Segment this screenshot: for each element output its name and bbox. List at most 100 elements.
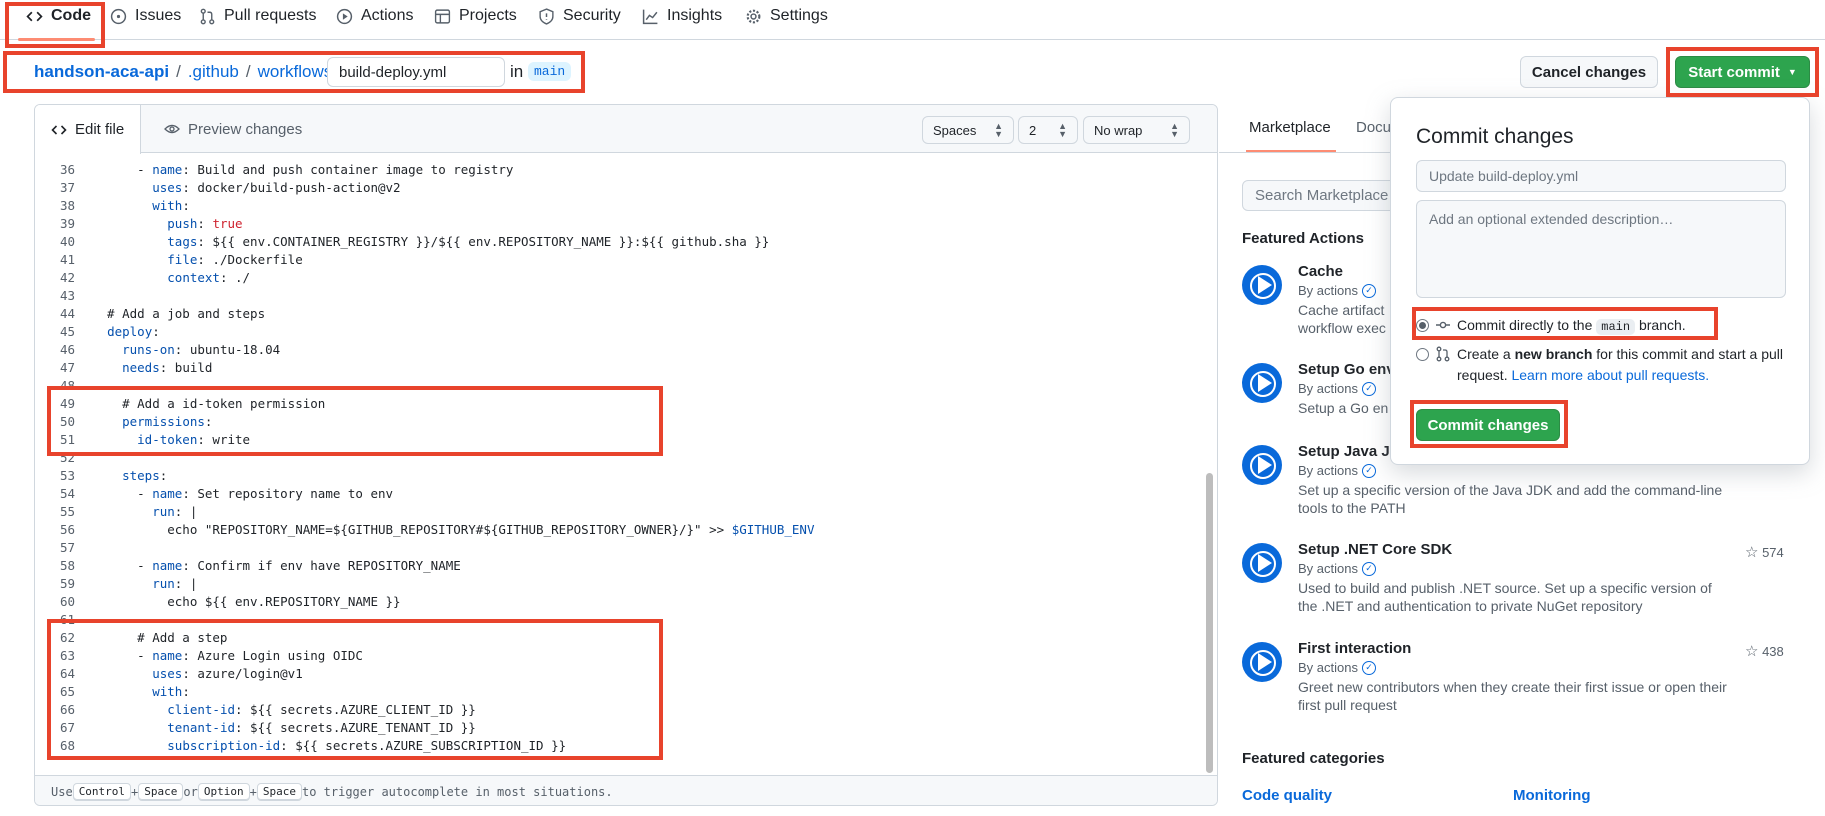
- tab-pull-requests[interactable]: Pull requests: [199, 0, 317, 32]
- marketplace-tab-underline: [1246, 150, 1336, 152]
- code-line[interactable]: 53 steps:: [35, 467, 167, 485]
- line-number: 40: [59, 234, 75, 249]
- code-line[interactable]: 50 permissions:: [35, 413, 213, 431]
- cancel-changes-button[interactable]: Cancel changes: [1520, 56, 1658, 88]
- code-icon: [26, 11, 43, 21]
- code-line[interactable]: 66 client-id: ${{ secrets.AZURE_CLIENT_I…: [35, 701, 476, 719]
- radio-new-branch[interactable]: [1416, 348, 1429, 361]
- code-line[interactable]: 46 runs-on: ubuntu-18.04: [35, 341, 280, 359]
- tab-security[interactable]: Security: [538, 0, 621, 32]
- action-author: By actions ✓: [1298, 283, 1376, 298]
- tab-edit-file-label: Edit file: [75, 121, 125, 138]
- action-name[interactable]: Setup .NET Core SDK: [1298, 541, 1452, 558]
- featured-actions-heading: Featured Actions: [1242, 230, 1364, 247]
- action-item-first-interaction[interactable]: First interaction By actions ✓ Greet new …: [1242, 640, 1802, 732]
- tab-documentation[interactable]: Docu: [1356, 119, 1391, 136]
- code-line[interactable]: 57: [35, 539, 75, 557]
- tab-issues[interactable]: Issues: [110, 0, 181, 32]
- line-text: - name: Build and push container image t…: [92, 162, 514, 177]
- code-area[interactable]: 36 - name: Build and push container imag…: [35, 161, 1205, 759]
- code-line[interactable]: 37 uses: docker/build-push-action@v2: [35, 179, 401, 197]
- category-code-quality[interactable]: Code quality: [1242, 787, 1332, 804]
- action-name[interactable]: First interaction: [1298, 640, 1411, 657]
- code-line[interactable]: 52: [35, 449, 75, 467]
- code-line[interactable]: 44 # Add a job and steps: [35, 305, 265, 323]
- breadcrumb-workflows-link[interactable]: workflows: [258, 62, 333, 82]
- line-text: run: |: [152, 504, 198, 519]
- tab-actions[interactable]: Actions: [336, 0, 413, 32]
- code-line[interactable]: 45 deploy:: [35, 323, 160, 341]
- code-line[interactable]: 64 uses: azure/login@v1: [35, 665, 303, 683]
- commit-changes-button[interactable]: Commit changes: [1416, 409, 1560, 441]
- tab-preview-changes[interactable]: Preview changes: [164, 105, 302, 153]
- code-line[interactable]: 51 id-token: write: [35, 431, 250, 449]
- code-line[interactable]: 36 - name: Build and push container imag…: [35, 161, 514, 179]
- code-line[interactable]: 54 - name: Set repository name to env: [35, 485, 393, 503]
- editor-scrollbar[interactable]: [1206, 473, 1213, 773]
- tab-settings[interactable]: Settings: [745, 0, 828, 32]
- line-text: client-id: ${{ secrets.AZURE_CLIENT_ID }…: [167, 702, 476, 717]
- line-number: 69: [35, 755, 75, 759]
- code-line[interactable]: 48: [35, 377, 75, 395]
- line-number: 61: [59, 612, 75, 627]
- code-line[interactable]: 67 tenant-id: ${{ secrets.AZURE_TENANT_I…: [35, 719, 476, 737]
- code-line[interactable]: 55 run: |: [35, 503, 197, 521]
- line-text: needs: build: [122, 360, 213, 375]
- action-name[interactable]: Setup Go envi: [1298, 361, 1399, 378]
- start-commit-button[interactable]: Start commit ▼: [1675, 56, 1810, 88]
- line-text: file: ./Dockerfile: [167, 252, 303, 267]
- code-line[interactable]: 61: [35, 611, 75, 629]
- code-line[interactable]: 58 - name: Confirm if env have REPOSITOR…: [35, 557, 461, 575]
- line-text: runs-on: ubuntu-18.04: [122, 342, 281, 357]
- code-line[interactable]: 65 with:: [35, 683, 190, 701]
- tab-code[interactable]: Code: [26, 0, 91, 32]
- tab-insights[interactable]: Insights: [642, 0, 722, 32]
- code-line[interactable]: 62 # Add a step: [35, 629, 228, 647]
- line-number: 47: [59, 360, 75, 375]
- indent-size-select[interactable]: 2 ▲ ▼: [1018, 116, 1078, 144]
- code-line[interactable]: 38 with:: [35, 197, 190, 215]
- radio-commit-direct[interactable]: [1416, 319, 1429, 332]
- tab-projects[interactable]: Projects: [434, 0, 517, 32]
- code-line[interactable]: 69: [35, 755, 75, 759]
- commit-summary-input[interactable]: [1416, 160, 1786, 192]
- option-new-branch[interactable]: Create a new branch for this commit and …: [1416, 346, 1791, 386]
- line-text: deploy:: [107, 324, 160, 339]
- code-line[interactable]: 59 run: |: [35, 575, 197, 593]
- code-line[interactable]: 41 file: ./Dockerfile: [35, 251, 303, 269]
- code-line[interactable]: 63 - name: Azure Login using OIDC: [35, 647, 363, 665]
- code-line[interactable]: 68 subscription-id: ${{ secrets.AZURE_SU…: [35, 737, 566, 755]
- option-commit-direct[interactable]: Commit directly to the main branch.: [1416, 317, 1686, 335]
- wrap-mode-select[interactable]: No wrap ▲ ▼: [1083, 116, 1190, 144]
- line-number: 49: [59, 396, 75, 411]
- action-description: Greet new contributors when they create …: [1298, 679, 1727, 713]
- learn-more-link[interactable]: Learn more about pull requests.: [1511, 367, 1709, 383]
- filename-input[interactable]: [327, 57, 505, 87]
- line-number: 36: [59, 162, 75, 177]
- kbd-control: Control: [72, 782, 132, 801]
- line-number: 54: [59, 486, 75, 501]
- tab-marketplace[interactable]: Marketplace: [1249, 119, 1331, 136]
- category-monitoring[interactable]: Monitoring: [1513, 787, 1590, 804]
- indent-mode-value: Spaces: [933, 122, 977, 138]
- pull-request-icon: [200, 8, 215, 24]
- code-line[interactable]: 60 echo ${{ env.REPOSITORY_NAME }}: [35, 593, 401, 611]
- code-line[interactable]: 56 echo "REPOSITORY_NAME=${GITHUB_REPOSI…: [35, 521, 815, 539]
- code-line[interactable]: 49 # Add a id-token permission: [35, 395, 325, 413]
- action-item-setup-dotnet[interactable]: Setup .NET Core SDK By actions ✓ Used to …: [1242, 541, 1802, 633]
- breadcrumb-repo-link[interactable]: handson-aca-api: [34, 62, 169, 82]
- breadcrumb-github-link[interactable]: .github: [188, 62, 239, 82]
- hint-plus: +: [249, 784, 257, 799]
- line-number: 43: [59, 288, 75, 303]
- tab-edit-file[interactable]: Edit file: [35, 105, 142, 154]
- indent-mode-select[interactable]: Spaces ▲ ▼: [922, 116, 1014, 144]
- commit-description-textarea[interactable]: [1416, 200, 1786, 298]
- code-line[interactable]: 40 tags: ${{ env.CONTAINER_REGISTRY }}/$…: [35, 233, 769, 251]
- code-line[interactable]: 47 needs: build: [35, 359, 213, 377]
- action-name[interactable]: Setup Java JD: [1298, 443, 1401, 460]
- code-line[interactable]: 43: [35, 287, 75, 305]
- action-name[interactable]: Cache: [1298, 263, 1343, 280]
- code-line[interactable]: 39 push: true: [35, 215, 243, 233]
- option-direct-post: branch.: [1638, 317, 1686, 333]
- code-line[interactable]: 42 context: ./: [35, 269, 250, 287]
